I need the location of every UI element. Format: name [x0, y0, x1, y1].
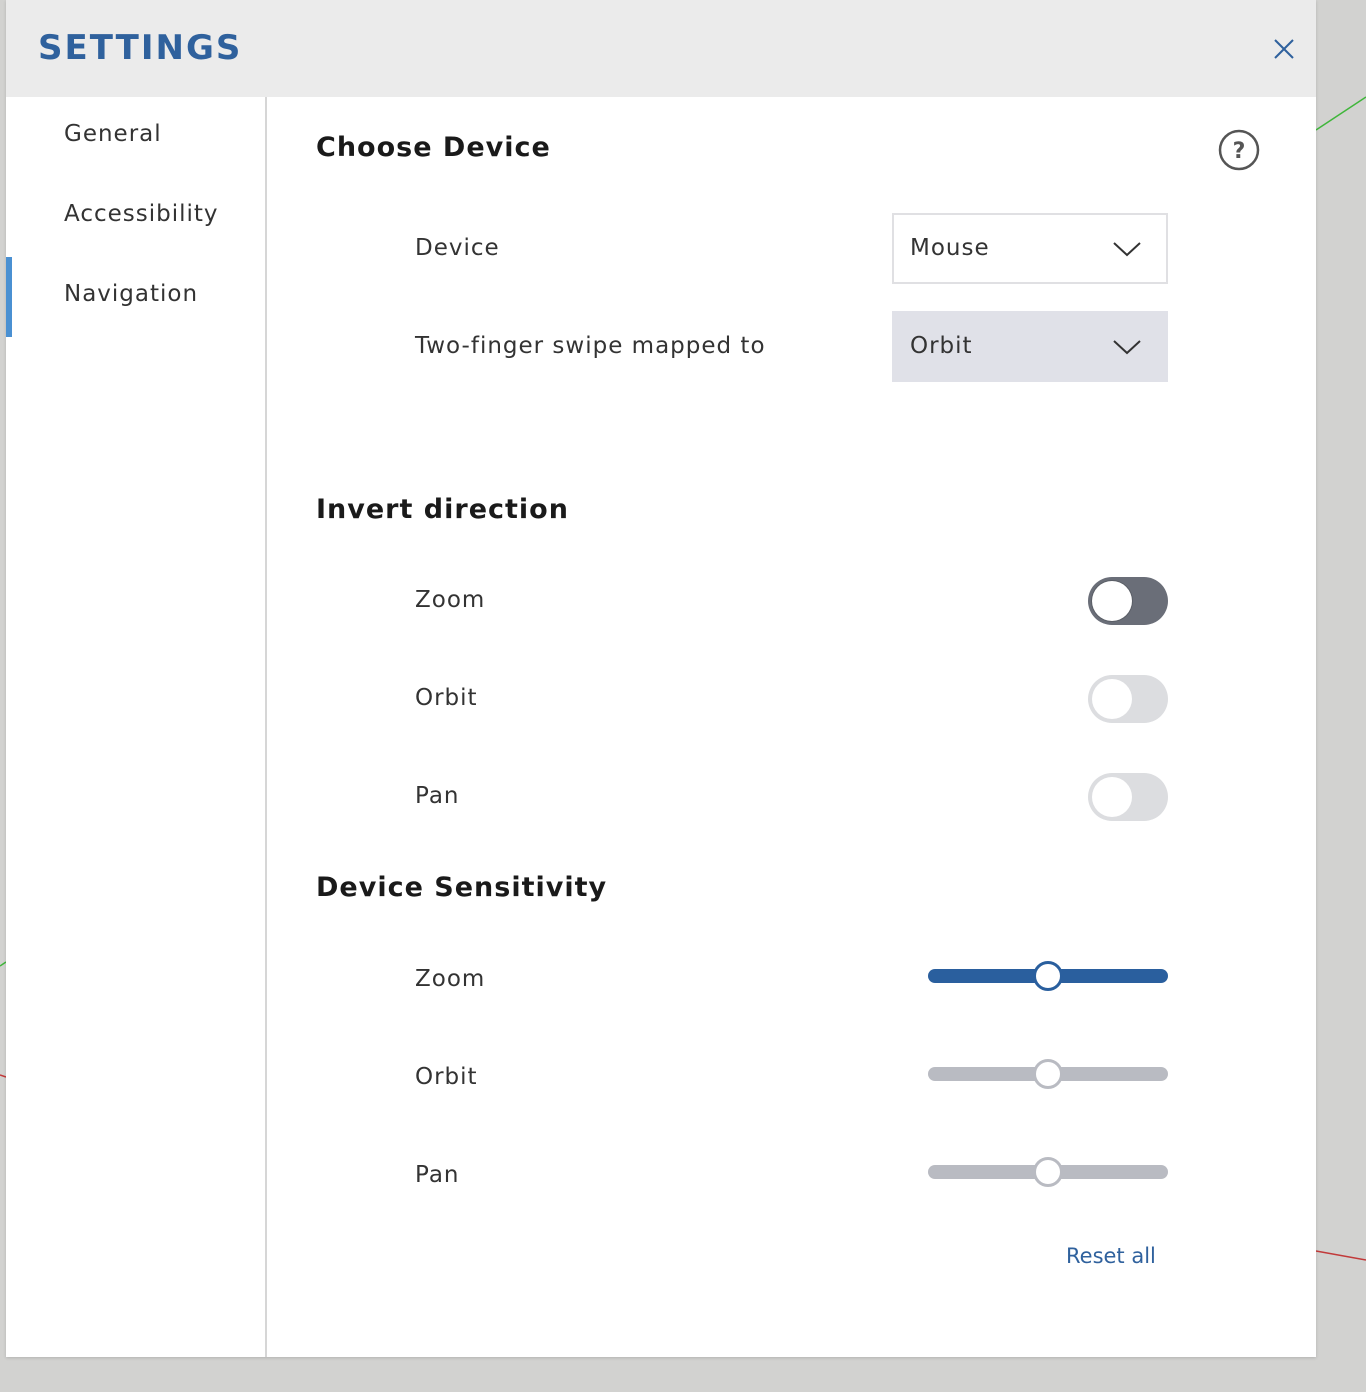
- invert-zoom-label: Zoom: [415, 587, 486, 613]
- device-select-value: Mouse: [910, 235, 990, 261]
- reset-all-link[interactable]: Reset all: [1066, 1244, 1156, 1268]
- sensitivity-orbit-slider[interactable]: [928, 1057, 1168, 1091]
- sensitivity-pan-label: Pan: [415, 1162, 460, 1188]
- sidebar-item-general[interactable]: General: [6, 97, 265, 177]
- sensitivity-pan-slider[interactable]: [928, 1155, 1168, 1189]
- invert-orbit-label: Orbit: [415, 685, 478, 711]
- slider-thumb[interactable]: [1033, 961, 1063, 991]
- device-label: Device: [415, 235, 500, 261]
- swipe-mapping-label: Two-finger swipe mapped to: [415, 333, 766, 359]
- sidebar-item-label: Navigation: [64, 281, 199, 307]
- close-button[interactable]: [1268, 33, 1300, 65]
- dialog-title: SETTINGS: [38, 28, 243, 68]
- settings-sidebar: General Accessibility Navigation: [6, 97, 267, 1357]
- toggle-knob: [1092, 777, 1132, 817]
- sidebar-item-navigation[interactable]: Navigation: [6, 257, 265, 337]
- invert-zoom-toggle[interactable]: [1088, 577, 1168, 625]
- invert-pan-toggle[interactable]: [1088, 773, 1168, 821]
- device-sensitivity-heading: Device Sensitivity: [316, 872, 608, 903]
- svg-text:?: ?: [1233, 139, 1246, 164]
- sensitivity-zoom-label: Zoom: [415, 966, 486, 992]
- slider-thumb[interactable]: [1033, 1059, 1063, 1089]
- invert-pan-label: Pan: [415, 783, 460, 809]
- device-select[interactable]: Mouse: [892, 213, 1168, 284]
- chevron-down-icon: [1113, 340, 1141, 355]
- close-icon: [1274, 39, 1294, 59]
- settings-dialog: SETTINGS General Accessibility Navigatio…: [6, 0, 1316, 1357]
- sidebar-item-label: General: [64, 121, 162, 147]
- swipe-mapping-select[interactable]: Orbit: [892, 311, 1168, 382]
- sidebar-item-accessibility[interactable]: Accessibility: [6, 177, 265, 257]
- sensitivity-orbit-label: Orbit: [415, 1064, 478, 1090]
- help-button[interactable]: ?: [1218, 129, 1260, 171]
- slider-thumb[interactable]: [1033, 1157, 1063, 1187]
- sidebar-item-label: Accessibility: [64, 201, 219, 227]
- chevron-down-icon: [1113, 242, 1141, 257]
- choose-device-heading: Choose Device: [316, 132, 551, 163]
- help-icon: ?: [1218, 129, 1260, 171]
- sensitivity-zoom-slider[interactable]: [928, 959, 1168, 993]
- toggle-knob: [1092, 581, 1132, 621]
- dialog-header: SETTINGS: [6, 0, 1316, 97]
- invert-direction-heading: Invert direction: [316, 494, 569, 525]
- swipe-mapping-value: Orbit: [910, 333, 973, 359]
- invert-orbit-toggle[interactable]: [1088, 675, 1168, 723]
- toggle-knob: [1092, 679, 1132, 719]
